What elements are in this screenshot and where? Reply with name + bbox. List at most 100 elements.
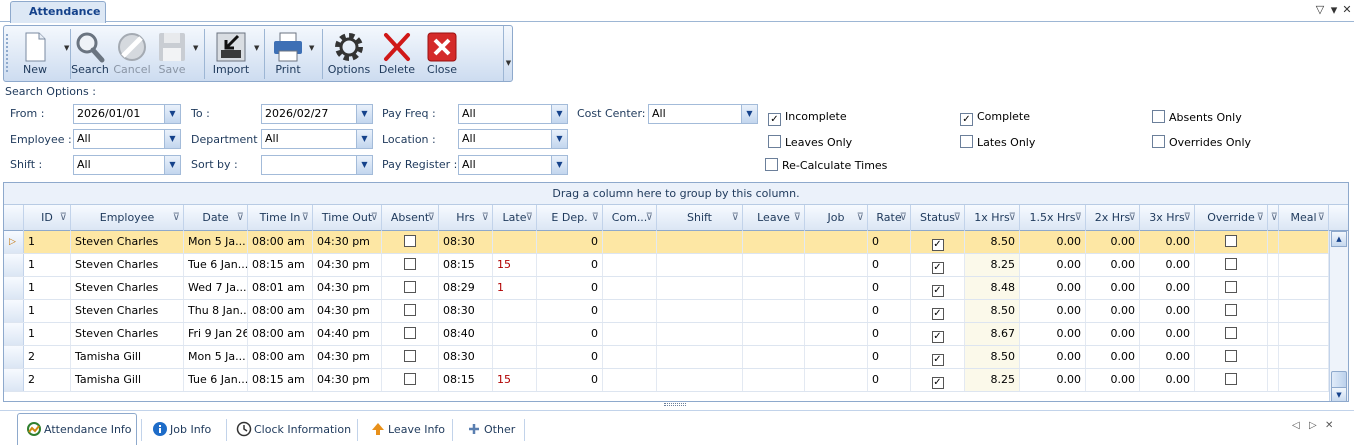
tab-close-icon[interactable]: ✕ [1325, 420, 1333, 431]
chevron-down-icon[interactable]: ▼ [741, 105, 757, 123]
cell-status[interactable]: ✓ [911, 346, 965, 368]
cell-status[interactable]: ✓ [911, 300, 965, 322]
cell-time-in[interactable]: 08:15 am [248, 369, 313, 391]
cell-rate[interactable]: 0 [868, 277, 911, 299]
column-header-narrow[interactable]: ⊽ [1268, 205, 1279, 231]
cell-h1[interactable]: 8.25 [965, 369, 1020, 391]
column-header-1x-hrs[interactable]: 1x Hrs ⊽ [965, 205, 1020, 231]
unchecked-checkbox-icon[interactable] [1225, 235, 1237, 247]
cell-employee[interactable]: Steven Charles [71, 300, 184, 322]
cell-absent[interactable] [382, 323, 439, 345]
sortby-select[interactable]: ▼ [261, 155, 373, 175]
cell-late[interactable]: 1 [493, 277, 537, 299]
vertical-scrollbar[interactable]: ▲ ▼ [1329, 231, 1348, 401]
shift-select[interactable]: All ▼ [73, 155, 181, 175]
cell-late[interactable] [493, 231, 537, 253]
cell-h1[interactable]: 8.67 [965, 323, 1020, 345]
cell-h2[interactable]: 0.00 [1086, 231, 1140, 253]
cell-id[interactable]: 1 [24, 300, 71, 322]
column-header-job[interactable]: Job ⊽ [805, 205, 868, 231]
row-indicator[interactable] [4, 369, 24, 391]
new-button[interactable]: New [12, 26, 58, 81]
cell-absent[interactable] [382, 300, 439, 322]
cell-h3[interactable]: 0.00 [1140, 323, 1195, 345]
row-indicator[interactable] [4, 300, 24, 322]
cell-h2[interactable]: 0.00 [1086, 369, 1140, 391]
cell-job[interactable] [805, 300, 868, 322]
costcenter-select[interactable]: All ▼ [648, 104, 758, 124]
cell-employee[interactable]: Steven Charles [71, 323, 184, 345]
row-indicator[interactable]: ▷ [4, 231, 24, 253]
cell-hrs[interactable]: 08:40 [439, 323, 493, 345]
checked-checkbox-icon[interactable]: ✓ [931, 308, 944, 320]
cell-leave[interactable] [743, 346, 805, 368]
table-row[interactable]: 2 Tamisha Gill Mon 5 Ja... 08:00 am 04:30 pm… [4, 346, 1329, 369]
cell-date[interactable]: Wed 7 Ja... [184, 277, 248, 299]
unchecked-checkbox-icon[interactable] [404, 258, 416, 270]
cell-h1[interactable]: 8.50 [965, 231, 1020, 253]
cell-shift[interactable] [657, 254, 743, 276]
tab-attendance-info[interactable]: Attendance Info [17, 413, 137, 445]
cell-narrow[interactable] [1268, 369, 1279, 391]
cell-employee[interactable]: Steven Charles [71, 277, 184, 299]
cell-id[interactable]: 1 [24, 323, 71, 345]
cell-override[interactable] [1195, 254, 1268, 276]
unchecked-checkbox-icon[interactable] [1225, 373, 1237, 385]
cell-h15[interactable]: 0.00 [1020, 323, 1086, 345]
tab-job-info[interactable]: Job Info [144, 414, 224, 446]
cell-h2[interactable]: 0.00 [1086, 346, 1140, 368]
cell-time-out[interactable]: 04:30 pm [313, 277, 382, 299]
panel-splitter[interactable] [0, 402, 1354, 408]
cell-hrs[interactable]: 08:29 [439, 277, 493, 299]
lates-only-checkbox[interactable]: Lates Only [960, 135, 1035, 149]
column-header-e-dep[interactable]: E Dep. ⊽ [537, 205, 603, 231]
cell-h1[interactable]: 8.50 [965, 346, 1020, 368]
search-button[interactable]: Search [70, 26, 110, 81]
table-row[interactable]: 1 Steven Charles Thu 8 Jan... 08:00 am 04:30… [4, 300, 1329, 323]
cell-time-out[interactable]: 04:30 pm [313, 231, 382, 253]
cell-meal[interactable] [1279, 369, 1329, 391]
column-header-time-out[interactable]: Time Out ⊽ [313, 205, 382, 231]
column-header-leave[interactable]: Leave ⊽ [743, 205, 805, 231]
cell-hrs[interactable]: 08:15 [439, 369, 493, 391]
table-row[interactable]: 1 Steven Charles Fri 9 Jan 26 08:00 am 04:40… [4, 323, 1329, 346]
cell-time-out[interactable]: 04:30 pm [313, 346, 382, 368]
cell-h1[interactable]: 8.50 [965, 300, 1020, 322]
cell-time-in[interactable]: 08:01 am [248, 277, 313, 299]
cell-e-dep[interactable]: 0 [537, 300, 603, 322]
cell-com[interactable] [603, 369, 657, 391]
print-button[interactable]: Print [268, 26, 308, 81]
cell-com[interactable] [603, 323, 657, 345]
cell-status[interactable]: ✓ [911, 254, 965, 276]
cell-shift[interactable] [657, 346, 743, 368]
row-indicator[interactable] [4, 277, 24, 299]
cell-employee[interactable]: Steven Charles [71, 231, 184, 253]
cell-job[interactable] [805, 346, 868, 368]
cell-shift[interactable] [657, 323, 743, 345]
table-row[interactable]: 1 Steven Charles Wed 7 Ja... 08:01 am 04:30 … [4, 277, 1329, 300]
cell-employee[interactable]: Steven Charles [71, 254, 184, 276]
cell-meal[interactable] [1279, 231, 1329, 253]
save-dropdown-icon[interactable]: ▼ [193, 44, 198, 52]
cell-status[interactable]: ✓ [911, 323, 965, 345]
chevron-down-icon[interactable]: ▼ [356, 130, 372, 148]
table-row[interactable]: ▷ 1 Steven Charles Mon 5 Ja... 08:00 am 04:30… [4, 231, 1329, 254]
cell-job[interactable] [805, 323, 868, 345]
chevron-down-icon[interactable]: ▼ [164, 130, 180, 148]
cell-com[interactable] [603, 277, 657, 299]
checked-checkbox-icon[interactable]: ✓ [931, 354, 944, 366]
cell-id[interactable]: 1 [24, 254, 71, 276]
column-header-hrs[interactable]: Hrs ⊽ [439, 205, 493, 231]
cell-h3[interactable]: 0.00 [1140, 231, 1195, 253]
cell-h15[interactable]: 0.00 [1020, 346, 1086, 368]
column-header-absent[interactable]: Absent ⊽ [382, 205, 439, 231]
cell-date[interactable]: Fri 9 Jan 26 [184, 323, 248, 345]
employee-select[interactable]: All ▼ [73, 129, 181, 149]
cell-override[interactable] [1195, 369, 1268, 391]
column-header-3x-hrs[interactable]: 3x Hrs ⊽ [1140, 205, 1195, 231]
cell-id[interactable]: 2 [24, 346, 71, 368]
toolbar-grip[interactable] [6, 34, 9, 72]
column-header-time-in[interactable]: Time In ⊽ [248, 205, 313, 231]
cell-narrow[interactable] [1268, 300, 1279, 322]
table-row[interactable]: 1 Steven Charles Tue 6 Jan... 08:15 am 04:30… [4, 254, 1329, 277]
